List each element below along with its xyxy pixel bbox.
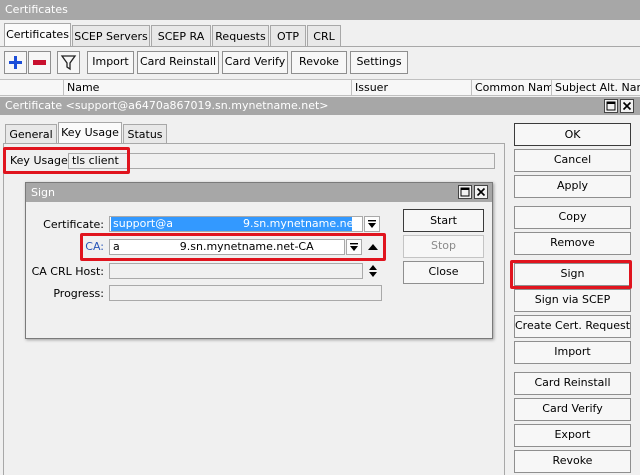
filter-button[interactable] bbox=[57, 51, 80, 74]
revoke-button[interactable]: Revoke bbox=[291, 51, 347, 74]
key-usage-highlight bbox=[3, 147, 130, 174]
stop-button[interactable]: Stop bbox=[403, 235, 484, 258]
main-window-title: Certificates bbox=[5, 3, 68, 16]
card-reinstall-cert-button[interactable]: Card Reinstall bbox=[514, 372, 631, 395]
progress-bar bbox=[109, 285, 382, 301]
key-usage-field[interactable]: tls client bbox=[68, 153, 495, 169]
tab-key-usage[interactable]: Key Usage bbox=[58, 122, 122, 144]
tab-scep-ra[interactable]: SCEP RA bbox=[151, 25, 211, 47]
certificate-select[interactable]: support@a 9.sn.mynetname.net bbox=[109, 216, 363, 232]
sign-title-bar: Sign bbox=[26, 183, 492, 202]
maximize-icon bbox=[460, 187, 470, 197]
cert-window-title: Certificate <support@a6470a867019.sn.myn… bbox=[5, 99, 329, 112]
sign-via-scep-button[interactable]: Sign via SCEP bbox=[514, 289, 631, 312]
maximize-icon bbox=[606, 101, 616, 111]
certificate-value-end: 9.sn.mynetname.net bbox=[242, 217, 358, 230]
tab-scep-servers[interactable]: SCEP Servers bbox=[72, 25, 150, 47]
column-common-name[interactable]: Common Name bbox=[472, 80, 552, 96]
plus-icon bbox=[9, 56, 22, 69]
updown-arrow-icon bbox=[369, 265, 377, 277]
tab-requests[interactable]: Requests bbox=[212, 25, 269, 47]
remove-button[interactable] bbox=[28, 51, 51, 74]
ca-crl-host-expand-button[interactable] bbox=[366, 263, 380, 279]
tab-otp[interactable]: OTP bbox=[270, 25, 306, 47]
add-button[interactable] bbox=[4, 51, 27, 74]
ca-crl-host-field[interactable] bbox=[109, 263, 363, 279]
minus-icon bbox=[33, 60, 46, 65]
tab-underline bbox=[0, 46, 640, 47]
cert-maximize-button[interactable] bbox=[604, 99, 618, 113]
close-icon bbox=[476, 187, 486, 197]
certificate-label: Certificate: bbox=[43, 218, 104, 231]
card-reinstall-button[interactable]: Card Reinstall bbox=[137, 51, 219, 74]
tab-status[interactable]: Status bbox=[123, 124, 167, 144]
column-flags[interactable] bbox=[0, 80, 64, 96]
column-issuer[interactable]: Issuer bbox=[352, 80, 472, 96]
cancel-button[interactable]: Cancel bbox=[514, 149, 631, 172]
close-icon bbox=[622, 101, 632, 111]
create-cert-request-button[interactable]: Create Cert. Request bbox=[514, 315, 631, 338]
column-name[interactable]: Name bbox=[64, 80, 352, 96]
import-button[interactable]: Import bbox=[87, 51, 134, 74]
main-title-bar: Certificates bbox=[0, 0, 640, 20]
card-verify-cert-button[interactable]: Card Verify bbox=[514, 398, 631, 421]
ok-button[interactable]: OK bbox=[514, 123, 631, 146]
list-header: Name Issuer Common Name Subject Alt. Nam… bbox=[0, 79, 640, 96]
card-verify-button[interactable]: Card Verify bbox=[222, 51, 288, 74]
remove-cert-button[interactable]: Remove bbox=[514, 232, 631, 255]
sign-button-highlight bbox=[510, 260, 632, 289]
import-cert-button[interactable]: Import bbox=[514, 341, 631, 364]
sign-dialog-title: Sign bbox=[31, 186, 55, 199]
tab-certificates[interactable]: Certificates bbox=[4, 23, 71, 47]
close-button[interactable]: Close bbox=[403, 261, 484, 284]
revoke-cert-button[interactable]: Revoke bbox=[514, 450, 631, 473]
sign-maximize-button[interactable] bbox=[458, 185, 472, 199]
cert-close-button[interactable] bbox=[620, 99, 634, 113]
tab-crl[interactable]: CRL bbox=[307, 25, 341, 47]
start-button[interactable]: Start bbox=[403, 209, 484, 232]
export-button[interactable]: Export bbox=[514, 424, 631, 447]
cert-tab-bar: General Key Usage Status bbox=[0, 122, 510, 144]
column-subject-alt-name[interactable]: Subject Alt. Name bbox=[552, 80, 640, 96]
copy-button[interactable]: Copy bbox=[514, 206, 631, 229]
apply-button[interactable]: Apply bbox=[514, 175, 631, 198]
certificate-value-start: support@a bbox=[113, 217, 173, 230]
certificate-dropdown-button[interactable] bbox=[364, 216, 380, 232]
progress-label: Progress: bbox=[53, 287, 104, 300]
cert-title-bar: Certificate <support@a6470a867019.sn.myn… bbox=[0, 97, 640, 115]
filter-icon bbox=[60, 55, 77, 71]
ca-highlight bbox=[80, 233, 386, 261]
settings-button[interactable]: Settings bbox=[350, 51, 408, 74]
tab-general[interactable]: General bbox=[5, 124, 57, 144]
ca-crl-host-label: CA CRL Host: bbox=[31, 265, 104, 278]
dropdown-arrow-icon bbox=[368, 220, 376, 228]
main-toolbar: Import Card Reinstall Card Verify Revoke… bbox=[0, 51, 640, 75]
sign-close-button[interactable] bbox=[474, 185, 488, 199]
main-tab-bar: Certificates SCEP Servers SCEP RA Reques… bbox=[0, 23, 640, 47]
